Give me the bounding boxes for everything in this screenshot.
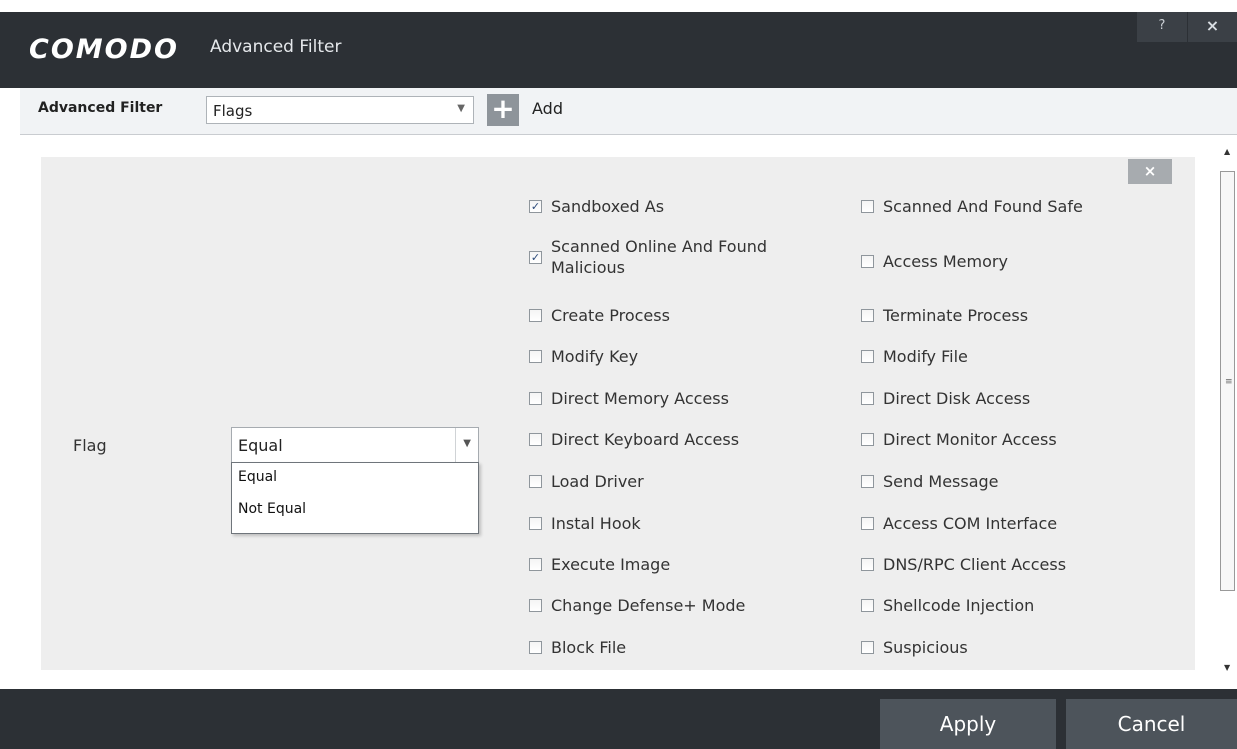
flag-modify-key[interactable]: Modify Key (529, 346, 638, 367)
condition-dropdown-list: Equal Not Equal (231, 462, 479, 534)
checkbox[interactable] (529, 558, 542, 571)
checkbox[interactable] (861, 475, 874, 488)
flag-access-memory[interactable]: Access Memory (861, 251, 1008, 272)
flag-block-file[interactable]: Block File (529, 637, 626, 658)
flag-access-com-interface[interactable]: Access COM Interface (861, 513, 1057, 534)
help-button[interactable]: ? (1137, 12, 1187, 42)
flag-direct-disk-access[interactable]: Direct Disk Access (861, 388, 1030, 409)
close-window-button[interactable]: × (1188, 12, 1237, 42)
flag-sandboxed-as[interactable]: ✓ Sandboxed As (529, 196, 664, 217)
flag-execute-image[interactable]: Execute Image (529, 554, 670, 575)
scrollbar-thumb[interactable]: ≡ (1220, 171, 1235, 591)
add-button[interactable]: Add (532, 99, 563, 118)
flag-create-process[interactable]: Create Process (529, 305, 670, 326)
condition-option-equal[interactable]: Equal (238, 469, 277, 485)
flag-direct-monitor-access[interactable]: Direct Monitor Access (861, 429, 1057, 450)
apply-button[interactable]: Apply (880, 699, 1056, 749)
checkbox[interactable] (529, 350, 542, 363)
filter-type-value: Flags (213, 102, 253, 120)
checkbox[interactable] (861, 350, 874, 363)
scroll-down-icon[interactable]: ▼ (1224, 663, 1230, 672)
filter-content: × Flag Equal ▼ Equal Not Equal ✓ Sandbox… (20, 135, 1237, 689)
chevron-down-icon: ▼ (463, 438, 471, 449)
condition-select[interactable]: Equal ▼ (231, 427, 479, 463)
flag-shellcode-injection[interactable]: Shellcode Injection (861, 595, 1034, 616)
flag-change-defense-mode[interactable]: Change Defense+ Mode (529, 595, 745, 616)
checkbox[interactable] (529, 599, 542, 612)
checkbox[interactable] (529, 475, 542, 488)
vertical-scrollbar[interactable]: ▲ ≡ ▼ (1217, 145, 1237, 681)
scroll-up-icon[interactable]: ▲ (1224, 147, 1230, 156)
checkbox[interactable] (861, 309, 874, 322)
checkbox[interactable]: ✓ (529, 250, 542, 264)
flag-suspicious[interactable]: Suspicious (861, 637, 968, 658)
checkbox[interactable] (861, 255, 874, 268)
checkbox[interactable] (861, 200, 874, 213)
flag-label: Flag (73, 436, 107, 455)
checkbox[interactable] (529, 309, 542, 322)
add-icon[interactable]: + (487, 94, 519, 126)
grip-icon: ≡ (1225, 377, 1233, 387)
checkbox[interactable] (861, 392, 874, 405)
checkbox[interactable] (861, 599, 874, 612)
checkbox[interactable] (861, 433, 874, 446)
flag-direct-keyboard-access[interactable]: Direct Keyboard Access (529, 429, 739, 450)
flag-scanned-online-malicious[interactable]: ✓ Scanned Online And Found Malicious (529, 236, 841, 278)
flag-instal-hook[interactable]: Instal Hook (529, 513, 641, 534)
checkbox[interactable] (861, 641, 874, 654)
checkbox[interactable] (529, 641, 542, 654)
title-bar: COMODO Advanced Filter ? × (0, 12, 1237, 88)
flag-scanned-found-safe[interactable]: Scanned And Found Safe (861, 196, 1083, 217)
checkbox[interactable] (861, 558, 874, 571)
flag-send-message[interactable]: Send Message (861, 471, 999, 492)
condition-value: Equal (238, 436, 283, 455)
filter-type-select[interactable]: Flags ▼ (206, 96, 474, 124)
checkbox[interactable] (529, 392, 542, 405)
window-title: Advanced Filter (210, 37, 342, 57)
comodo-logo: COMODO (29, 34, 179, 65)
flag-load-driver[interactable]: Load Driver (529, 471, 644, 492)
flag-filter-panel: × Flag Equal ▼ Equal Not Equal ✓ Sandbox… (41, 157, 1195, 670)
checkbox[interactable] (861, 517, 874, 530)
flag-modify-file[interactable]: Modify File (861, 346, 968, 367)
advanced-filter-label: Advanced Filter (38, 100, 163, 116)
remove-filter-button[interactable]: × (1128, 159, 1172, 184)
checkbox[interactable] (529, 517, 542, 530)
flag-dns-rpc-client-access[interactable]: DNS/RPC Client Access (861, 554, 1066, 575)
filter-toolbar: Advanced Filter Flags ▼ + Add (20, 88, 1237, 135)
cancel-button[interactable]: Cancel (1066, 699, 1237, 749)
flag-terminate-process[interactable]: Terminate Process (861, 305, 1028, 326)
chevron-down-icon: ▼ (457, 103, 465, 114)
checkbox[interactable] (529, 433, 542, 446)
condition-option-not-equal[interactable]: Not Equal (238, 501, 306, 517)
dialog-footer: Apply Cancel (0, 689, 1237, 749)
checkbox[interactable]: ✓ (529, 200, 542, 213)
flag-direct-memory-access[interactable]: Direct Memory Access (529, 388, 729, 409)
